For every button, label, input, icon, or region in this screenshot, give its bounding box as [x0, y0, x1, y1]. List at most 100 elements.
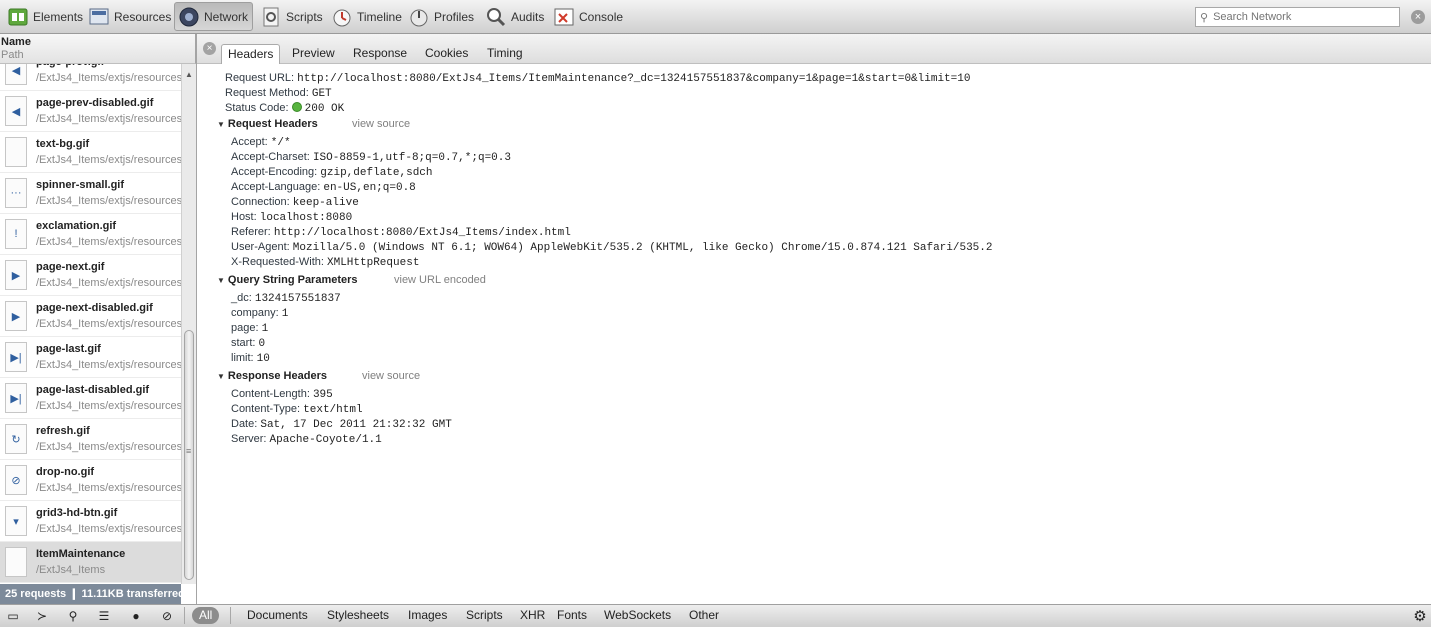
header-name: Server:	[231, 433, 267, 445]
exclamation-icon: !	[5, 219, 27, 249]
request-path: /ExtJs4_Items/extjs/resources	[36, 523, 181, 535]
header-row: company: 1	[231, 307, 288, 320]
request-row[interactable]: text-bg.gif/ExtJs4_Items/extjs/resources	[0, 132, 181, 173]
request-row[interactable]: ◀ page-prev.gif/ExtJs4_Items/extjs/resour…	[0, 64, 181, 91]
console-prompt-icon[interactable]: ≻	[32, 607, 52, 625]
request-method-label: Request Method:	[225, 87, 309, 99]
request-row[interactable]: ▶ page-next-disabled.gif/ExtJs4_Items/ext…	[0, 296, 181, 337]
profiles-icon	[410, 9, 428, 26]
filter-documents[interactable]: Documents	[247, 607, 308, 624]
request-path: /ExtJs4_Items/extjs/resources	[36, 72, 181, 84]
header-name: page:	[231, 322, 259, 334]
filter-fonts[interactable]: Fonts	[557, 607, 587, 624]
request-path: /ExtJs4_Items/extjs/resources	[36, 113, 181, 125]
search-icon[interactable]: ⚲	[63, 607, 83, 625]
header-row: Accept-Charset: ISO-8859-1,utf-8;q=0.7,*…	[231, 151, 511, 164]
clear-icon[interactable]: ⊘	[157, 607, 177, 625]
request-path: /ExtJs4_Items/extjs/resources	[36, 154, 181, 166]
tab-preview[interactable]: Preview	[286, 44, 341, 64]
view-url-encoded-link[interactable]: view URL encoded	[394, 274, 486, 286]
request-row[interactable]: ▾ grid3-hd-btn.gif/ExtJs4_Items/extjs/res…	[0, 501, 181, 542]
response-headers-view-source-link[interactable]: view source	[362, 370, 420, 382]
request-row[interactable]: ▶ page-next.gif/ExtJs4_Items/extjs/resour…	[0, 255, 181, 296]
tab-response[interactable]: Response	[347, 44, 413, 64]
filter-images[interactable]: Images	[408, 607, 447, 624]
name-column-label: Name	[1, 36, 31, 48]
toolbar-scripts[interactable]: Scripts	[257, 2, 327, 31]
dock-icon[interactable]: ▭	[3, 607, 23, 625]
expand-triangle-icon: ▼	[217, 372, 225, 381]
timeline-icon	[333, 9, 351, 26]
toolbar-network[interactable]: Network	[174, 2, 254, 31]
response-headers-toggle[interactable]: ▼ Response Headers	[217, 370, 327, 382]
request-method-value: GET	[311, 88, 332, 100]
toolbar-profiles-label: Profiles	[434, 9, 475, 24]
list-view-icon[interactable]: ☰	[94, 607, 114, 625]
header-value: 1	[261, 323, 269, 335]
toolbar-resources[interactable]: Resources	[85, 2, 175, 31]
toolbar-profiles[interactable]: Profiles	[405, 2, 478, 31]
header-value: 1324157551837	[254, 293, 341, 305]
spinner-icon: ···	[5, 178, 27, 208]
request-row[interactable]: ItemMaintenance/ExtJs4_Items	[0, 542, 181, 583]
toolbar-elements[interactable]: Elements	[4, 2, 87, 31]
toolbar-audits[interactable]: Audits	[482, 2, 548, 31]
tab-timing[interactable]: Timing	[481, 44, 529, 64]
scroll-grip-icon: ≡	[186, 446, 192, 456]
header-row: User-Agent: Mozilla/5.0 (Windows NT 6.1;…	[231, 241, 992, 254]
refresh-icon: ↻	[5, 424, 27, 454]
filter-all[interactable]: All	[192, 607, 220, 624]
header-name: Host:	[231, 211, 257, 223]
header-value: ISO-8859-1,utf-8;q=0.7,*;q=0.3	[312, 152, 511, 164]
filter-xhr[interactable]: XHR	[520, 607, 545, 624]
prev-disabled-icon: ◀	[5, 96, 27, 126]
header-name: Connection:	[231, 196, 290, 208]
request-headers-toggle[interactable]: ▼ Request Headers	[217, 118, 318, 130]
toolbar-timeline[interactable]: Timeline	[328, 2, 406, 31]
request-row[interactable]: ▶| page-last.gif/ExtJs4_Items/extjs/resou…	[0, 337, 181, 378]
scrollbar-thumb[interactable]: ≡	[184, 330, 194, 580]
tab-cookies[interactable]: Cookies	[419, 44, 474, 64]
tab-headers[interactable]: Headers	[221, 44, 281, 65]
request-row[interactable]: ▶| page-last-disabled.gif/ExtJs4_Items/ex…	[0, 378, 181, 419]
search-network-field[interactable]: ⚲	[1195, 7, 1400, 27]
network-request-list: ◀ page-prev.gif/ExtJs4_Items/extjs/resour…	[0, 64, 181, 584]
request-headers-view-source-link[interactable]: view source	[352, 118, 410, 130]
request-row[interactable]: ··· spinner-small.gif/ExtJs4_Items/extjs/…	[0, 173, 181, 214]
close-detail-icon[interactable]: ×	[203, 42, 216, 55]
request-row[interactable]: ⊘ drop-no.gif/ExtJs4_Items/extjs/resource…	[0, 460, 181, 501]
name-path-column-header[interactable]: Name Path	[0, 34, 196, 64]
filter-scripts[interactable]: Scripts	[466, 607, 503, 624]
request-method-row: Request Method: GET	[225, 87, 332, 100]
close-devtools-icon[interactable]: ×	[1411, 10, 1425, 24]
toolbar-console[interactable]: Console	[550, 2, 627, 31]
settings-gear-icon[interactable]: ⚙	[1410, 607, 1430, 625]
request-row[interactable]: ! exclamation.gif/ExtJs4_Items/extjs/reso…	[0, 214, 181, 255]
expand-triangle-icon: ▼	[217, 120, 225, 129]
request-path: /ExtJs4_Items/extjs/resources	[36, 318, 181, 330]
filter-stylesheets[interactable]: Stylesheets	[327, 607, 389, 624]
record-icon[interactable]: ●	[126, 607, 146, 625]
header-value: 395	[312, 389, 333, 401]
detail-tabs-bar: × Headers Preview Response Cookies Timin…	[197, 34, 1431, 65]
prev-arrow-icon: ◀	[5, 64, 27, 85]
scroll-up-arrow-icon[interactable]: ▲	[185, 70, 193, 79]
elements-icon	[8, 8, 28, 25]
request-path: /ExtJs4_Items/extjs/resources	[36, 277, 181, 289]
header-name: company:	[231, 307, 279, 319]
query-params-toggle[interactable]: ▼ Query String Parameters	[217, 274, 358, 286]
filter-other[interactable]: Other	[689, 607, 719, 624]
status-code-label: Status Code:	[225, 102, 289, 114]
header-value: 10	[256, 353, 270, 365]
next-disabled-icon: ▶	[5, 301, 27, 331]
header-value: keep-alive	[292, 197, 359, 209]
request-row[interactable]: ◀ page-prev-disabled.gif/ExtJs4_Items/ext…	[0, 91, 181, 132]
header-value: XMLHttpRequest	[327, 257, 420, 269]
filter-separator	[230, 607, 231, 624]
headers-detail-pane: Request URL: http://localhost:8080/ExtJs…	[197, 64, 1431, 604]
search-network-input[interactable]	[1211, 10, 1396, 24]
filter-websockets[interactable]: WebSockets	[604, 607, 671, 624]
header-name: Content-Length:	[231, 388, 310, 400]
request-list-scrollbar[interactable]: ▲ ≡	[181, 64, 196, 584]
request-row[interactable]: ↻ refresh.gif/ExtJs4_Items/extjs/resource…	[0, 419, 181, 460]
